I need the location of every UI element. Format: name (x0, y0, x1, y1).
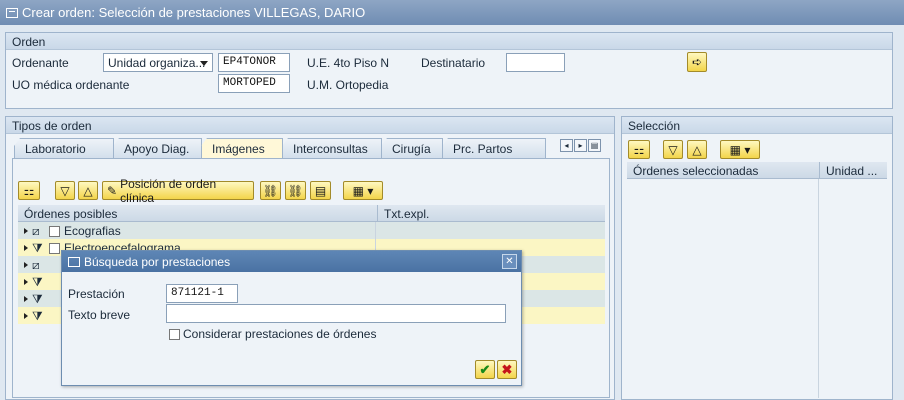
tab-apoyo-diag[interactable]: Apoyo Diag. (113, 138, 202, 158)
texto-breve-input[interactable] (166, 304, 506, 323)
tab-scroll-controls: ◂ ▸ ▤ (560, 139, 601, 152)
chevron-down-icon (200, 61, 208, 66)
cancel-button[interactable]: ✖ (497, 360, 517, 379)
ok-button[interactable]: ✔ (475, 360, 495, 379)
stacked-orders-icon: ⧩ (32, 292, 43, 306)
layout-grid-icon: ▦ ▾ (352, 183, 374, 198)
destinatario-label: Destinatario (421, 56, 486, 70)
expand-arrow-icon[interactable] (24, 262, 28, 268)
dialog-title: Búsqueda por prestaciones (84, 254, 231, 269)
expand-arrow-icon[interactable] (24, 296, 28, 302)
details-button[interactable]: ▤ (310, 181, 331, 200)
arrow-right-icon: ➪ (691, 55, 703, 69)
prestacion-input[interactable]: 871121-1 (166, 284, 238, 303)
folder-shape-icon: ⧄ (32, 224, 40, 238)
close-icon[interactable]: ✕ (502, 254, 517, 269)
texto-breve-label: Texto breve (68, 308, 131, 322)
expand-tree-button[interactable]: ⚏ (18, 181, 40, 200)
layout-grid-icon: ▦ ▾ (729, 142, 751, 157)
uo-code-input[interactable]: MORTOPED (218, 74, 290, 93)
row-checkbox[interactable] (49, 225, 60, 237)
expand-arrow-icon[interactable] (24, 245, 28, 251)
posicion-orden-button[interactable]: ✎ Posición de orden clínica (102, 177, 254, 205)
expand-arrow-icon[interactable] (24, 279, 28, 285)
filter-down-button[interactable]: ▽ (55, 181, 75, 200)
binoculars-next-icon: ⛓ (287, 183, 304, 198)
find-next-button[interactable]: ⛓ (285, 181, 306, 200)
folder-shape-icon: ⧄ (32, 258, 40, 272)
binoculars-icon: ⛓ (262, 183, 279, 198)
uo-label: UO médica ordenante (12, 78, 130, 92)
ordenante-label: Ordenante (12, 56, 69, 70)
stacked-orders-icon: ⧩ (32, 309, 43, 323)
col-txt-expl: Txt.expl. (377, 205, 605, 222)
tipos-panel-header: Tipos de orden (6, 117, 614, 134)
considerar-checkbox[interactable] (169, 329, 180, 340)
posicion-orden-label: Posición de orden clínica (120, 176, 217, 205)
tab-list-icon[interactable]: ▤ (588, 139, 601, 152)
considerar-label: Considerar prestaciones de órdenes (183, 327, 377, 341)
tab-cirugia[interactable]: Cirugía (381, 138, 443, 158)
row-checkbox[interactable] (49, 242, 60, 254)
tab-interconsultas[interactable]: Interconsultas (282, 138, 382, 158)
window-icon (6, 7, 18, 18)
layout-menu-button[interactable]: ▦ ▾ (343, 181, 383, 200)
selection-list[interactable] (627, 179, 887, 398)
seleccion-panel-header: Selección (622, 117, 892, 134)
uo-desc: U.M. Ortopedia (307, 78, 389, 92)
expand-arrow-icon[interactable] (24, 313, 28, 319)
tab-imagenes[interactable]: Imágenes (201, 138, 283, 158)
pencil-icon: ✎ (107, 183, 118, 198)
stacked-orders-icon: ⧩ (32, 241, 43, 255)
dialog-titlebar: Búsqueda por prestaciones (62, 251, 521, 272)
col-ordenes-posibles: Órdenes posibles (18, 205, 377, 222)
ordenante-type-select[interactable]: Unidad organiza... (103, 53, 213, 72)
document-icon: ▤ (314, 183, 327, 198)
remove-selection-button[interactable]: ⚏ (628, 140, 650, 159)
triangle-up-icon: △ (83, 183, 93, 198)
stacked-orders-icon: ⧩ (32, 275, 43, 289)
tab-scroll-left-icon[interactable]: ◂ (560, 139, 573, 152)
orden-panel-header: Orden (6, 33, 892, 50)
sel-filter-up-button[interactable]: △ (687, 140, 707, 159)
tree-remove-icon: ⚏ (633, 142, 645, 157)
ordenante-code-input[interactable]: EP4TONOR (218, 53, 290, 72)
triangle-up-icon: △ (692, 142, 702, 157)
col-ordenes-seleccionadas: Órdenes seleccionadas (627, 162, 819, 179)
row-label: Ecografias (64, 224, 121, 238)
checkmark-icon: ✔ (479, 361, 491, 377)
prestacion-label: Prestación (68, 287, 125, 301)
find-button[interactable]: ⛓ (260, 181, 281, 200)
dialog-window-icon (68, 256, 80, 267)
tree-icon: ⚏ (23, 183, 35, 198)
tab-scroll-right-icon[interactable]: ▸ (574, 139, 587, 152)
busqueda-dialog: Búsqueda por prestaciones ✕ Prestación 8… (61, 250, 522, 386)
tab-laboratorio[interactable]: Laboratorio (14, 138, 114, 158)
tree-row[interactable]: ⧄ Ecografias (18, 222, 605, 239)
window-titlebar: Crear orden: Selección de prestaciones V… (0, 0, 904, 25)
col-unidad: Unidad ... (819, 162, 887, 179)
ordenante-desc: U.E. 4to Piso N (307, 56, 390, 70)
navigate-button[interactable]: ➪ (687, 52, 707, 72)
order-type-tabs: Laboratorio Apoyo Diag. Imágenes Interco… (14, 138, 546, 158)
filter-up-button[interactable]: △ (78, 181, 98, 200)
cross-icon: ✖ (501, 361, 513, 377)
ordenante-type-value: Unidad organiza... (108, 56, 206, 70)
expand-arrow-icon[interactable] (24, 228, 28, 234)
window-title: Crear orden: Selección de prestaciones V… (22, 5, 366, 20)
col-divider (818, 179, 819, 398)
destinatario-input[interactable] (506, 53, 565, 72)
sel-filter-down-button[interactable]: ▽ (663, 140, 683, 159)
triangle-down-icon: ▽ (668, 142, 678, 157)
tab-prc-partos[interactable]: Prc. Partos (442, 138, 546, 158)
triangle-down-icon: ▽ (60, 183, 70, 198)
sel-layout-menu-button[interactable]: ▦ ▾ (720, 140, 760, 159)
